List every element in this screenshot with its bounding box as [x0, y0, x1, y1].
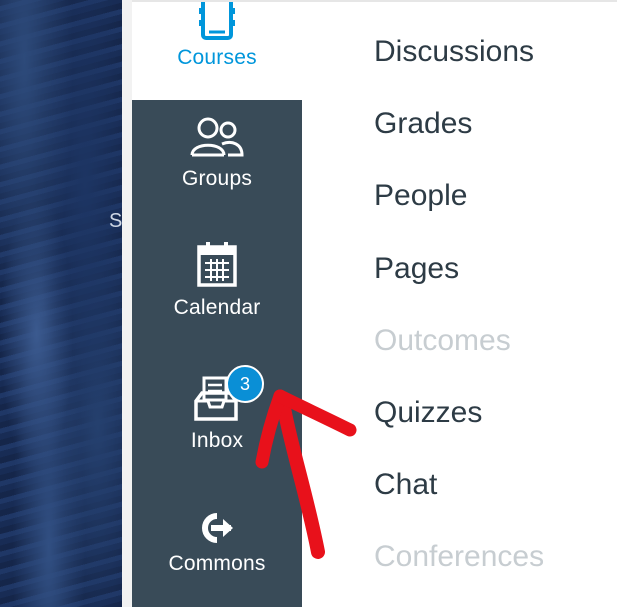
inbox-unread-badge: 3 — [226, 365, 264, 403]
nav-label-courses: Courses — [177, 46, 257, 69]
global-navigation: Courses Groups Calendar Inbox Commons — [132, 0, 302, 607]
course-link-chat[interactable]: Chat — [374, 468, 437, 502]
background-partial-text: S — [109, 210, 123, 232]
screenshot-frame: S Courses Groups Calendar Inbox Commons … — [0, 0, 617, 607]
book-icon — [199, 2, 235, 40]
course-navigation: Discussions Grades People Pages Outcomes… — [302, 0, 617, 607]
course-link-people[interactable]: People — [374, 179, 467, 213]
course-link-quizzes[interactable]: Quizzes — [374, 396, 482, 430]
divider-strip — [122, 0, 132, 607]
background-photo — [0, 0, 122, 607]
nav-item-groups[interactable]: Groups — [132, 115, 302, 215]
nav-label-calendar: Calendar — [173, 296, 261, 319]
course-link-pages[interactable]: Pages — [374, 252, 459, 286]
commons-icon — [202, 513, 233, 543]
nav-label-inbox: Inbox — [190, 429, 244, 452]
course-link-grades[interactable]: Grades — [374, 107, 472, 141]
nav-item-commons[interactable]: Commons — [132, 510, 302, 607]
nav-label-groups: Groups — [181, 167, 253, 190]
nav-item-calendar[interactable]: Calendar — [132, 240, 302, 340]
nav-item-courses[interactable]: Courses — [132, 0, 302, 100]
calendar-icon — [197, 242, 237, 287]
nav-label-commons: Commons — [168, 552, 266, 575]
course-link-conferences: Conferences — [374, 540, 545, 573]
top-border — [132, 0, 617, 2]
course-link-discussions[interactable]: Discussions — [374, 35, 534, 69]
groups-icon — [190, 117, 244, 157]
course-link-outcomes: Outcomes — [374, 324, 511, 357]
nav-item-inbox[interactable]: Inbox — [132, 375, 302, 475]
